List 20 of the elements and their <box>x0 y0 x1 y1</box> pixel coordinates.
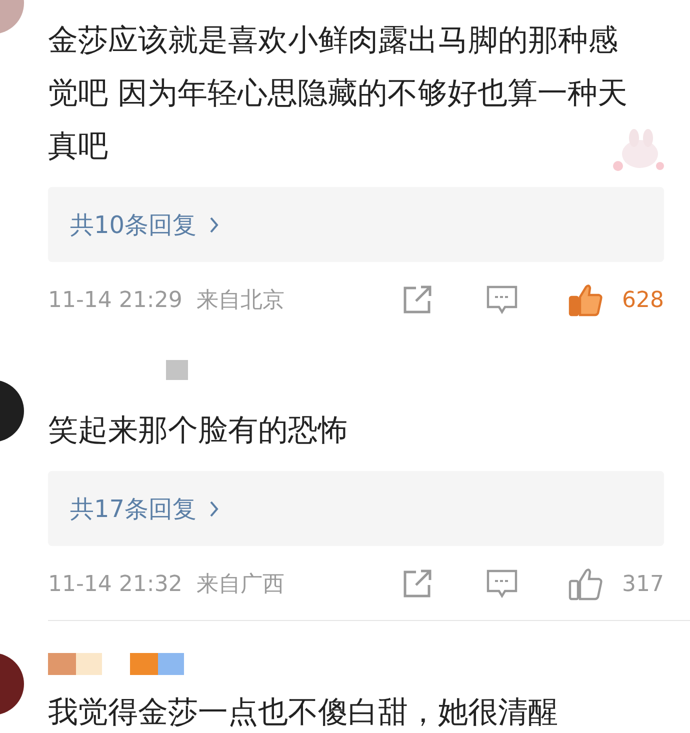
timestamp: 11-14 21:29 <box>48 286 182 314</box>
like-count: 628 <box>621 286 664 314</box>
comment-text: 我觉得金莎一点也不傻白甜，她很清醒 <box>48 694 559 732</box>
location: 来自广西 <box>196 570 284 598</box>
comment-text: 金莎应该就是喜欢小鲜肉露出马脚的那种感觉吧 因为年轻心思隐藏的不够好也算一种天真吧 <box>48 22 628 166</box>
like-count: 317 <box>621 570 664 598</box>
chevron-right-icon <box>208 216 219 234</box>
thumbs-up-icon[interactable] <box>568 283 604 317</box>
replies-link[interactable]: 共17条回复 <box>48 471 664 546</box>
blurred-username <box>166 360 188 380</box>
comment-icon[interactable] <box>486 569 518 599</box>
comment-text: 笑起来那个脸有的恐怖 <box>48 412 349 450</box>
location: 来自北京 <box>196 286 284 314</box>
replies-link[interactable]: 共10条回复 <box>48 187 664 262</box>
thumbs-up-icon[interactable] <box>568 567 604 601</box>
timestamp: 11-14 21:32 <box>48 570 182 598</box>
comment-icon[interactable] <box>486 285 518 315</box>
chevron-right-icon <box>208 500 219 518</box>
share-icon[interactable] <box>402 569 434 599</box>
share-icon[interactable] <box>402 285 434 315</box>
